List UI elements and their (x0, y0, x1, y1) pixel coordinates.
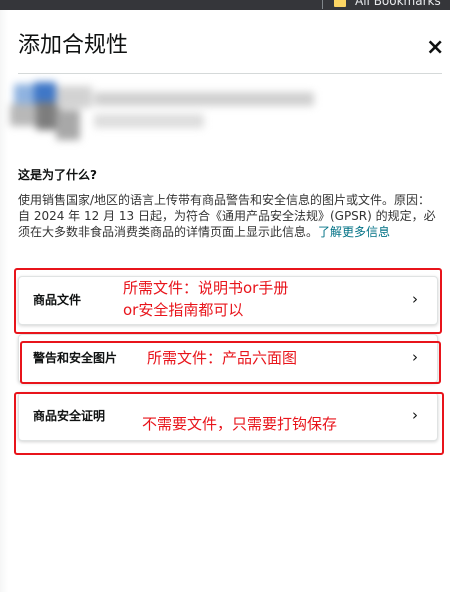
annotation-note-certificate: 不需要文件，只需要打钩保存 (142, 415, 338, 433)
question-heading: 这是为了什么? (18, 168, 97, 182)
dialog-title: 添加合规性 (18, 33, 129, 58)
bookmarks-divider (322, 0, 323, 9)
folder-icon[interactable] (334, 0, 346, 7)
annotation-note-documents-line2: or安全指南都可以 (123, 301, 244, 319)
close-icon[interactable]: × (426, 37, 444, 59)
all-bookmarks-link[interactable]: All Bookmarks (355, 0, 441, 8)
blurred-product-thumbnail (6, 80, 336, 152)
browser-bookmarks-bar: All Bookmarks (0, 0, 450, 10)
annotation-note-documents-line1: 所需文件：说明书or手册 (123, 279, 289, 297)
learn-more-link[interactable]: 了解更多信息 (318, 225, 390, 239)
compliance-description: 使用销售国家/地区的语言上传带有商品警告和安全信息的图片或文件。原因：自 202… (18, 192, 442, 240)
annotation-note-images: 所需文件：产品六面图 (147, 349, 298, 367)
header-divider (18, 73, 442, 74)
